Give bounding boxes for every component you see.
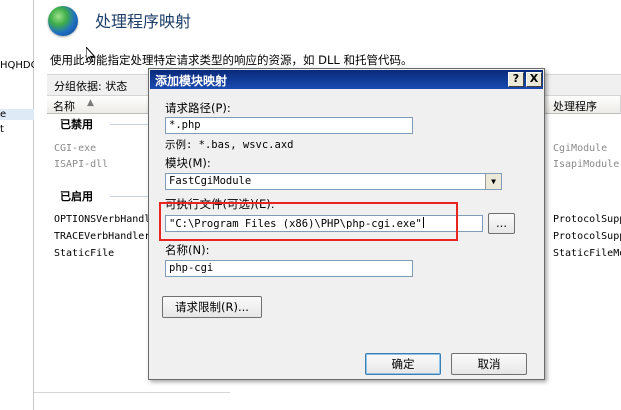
ok-button[interactable]: 确定 xyxy=(365,353,441,375)
request-path-input[interactable]: *.php xyxy=(165,117,413,134)
module-label: 模块(M): xyxy=(165,156,211,170)
column-header-handler[interactable]: 处理程序 xyxy=(545,96,621,114)
panel-divider xyxy=(34,392,230,393)
table-row-handler[interactable]: IsapiModule xyxy=(553,159,621,170)
table-row-handler[interactable]: CgiModule xyxy=(553,143,621,154)
chevron-down-icon[interactable]: ▼ xyxy=(485,174,501,189)
name-label: 名称(N): xyxy=(165,243,210,257)
table-row-name[interactable]: CGI-exe xyxy=(54,143,148,154)
help-button[interactable]: ? xyxy=(508,72,524,87)
group-header-enabled: 已启用 xyxy=(60,190,93,203)
sort-ascending-icon: ▲ xyxy=(87,98,94,108)
table-row-handler[interactable]: ProtocolSupportModule xyxy=(553,231,621,242)
group-by-label[interactable]: 分组依据: 状态 xyxy=(54,78,127,94)
request-path-label: 请求路径(P): xyxy=(165,101,231,115)
page-title: 处理程序映射 xyxy=(95,12,192,31)
page-description: 使用此功能指定处理特定请求类型的响应的资源，如 DLL 和托管代码。 xyxy=(50,53,413,67)
table-row-name[interactable]: ISAPI-dll xyxy=(54,159,148,170)
request-path-example: 示例: *.bas, wsvc.axd xyxy=(165,139,294,151)
cancel-button[interactable]: 取消 xyxy=(451,353,527,375)
dialog-titlebar[interactable]: 添加模块映射 ? X xyxy=(150,70,543,89)
table-row-name[interactable]: TRACEVerbHandler xyxy=(54,231,148,242)
dialog-title: 添加模块映射 xyxy=(155,74,228,88)
mouse-cursor-icon xyxy=(85,45,96,66)
tree-node-server[interactable]: HQHDOU xyxy=(0,60,34,71)
group-divider xyxy=(110,196,150,197)
table-row-handler[interactable]: ProtocolSupportModule xyxy=(553,214,621,225)
column-header-name-label: 名称 xyxy=(53,100,75,113)
close-button[interactable]: X xyxy=(526,72,542,87)
globe-icon xyxy=(48,6,78,36)
table-row-name[interactable]: StaticFile xyxy=(54,248,148,259)
column-header-handler-label: 处理程序 xyxy=(553,100,597,113)
request-restrictions-button[interactable]: 请求限制(R)... xyxy=(162,296,262,318)
annotation-highlight-box xyxy=(159,202,458,241)
tree-panel: HQHDOU e t xyxy=(0,0,34,410)
module-combobox[interactable]: FastCgiModule ▼ xyxy=(165,173,502,190)
name-input[interactable]: php-cgi xyxy=(165,260,413,277)
group-header-disabled: 已禁用 xyxy=(60,118,93,131)
module-combobox-value: FastCgiModule xyxy=(169,175,252,187)
table-row-handler[interactable]: StaticFileModule xyxy=(553,248,621,259)
browse-button[interactable]: ... xyxy=(488,213,515,234)
tree-node-selected[interactable]: e xyxy=(0,109,34,120)
table-row-name[interactable]: OPTIONSVerbHandler xyxy=(54,214,148,225)
group-divider xyxy=(110,124,150,125)
add-module-mapping-dialog: 添加模块映射 ? X 请求路径(P): *.php 示例: *.bas, wsv… xyxy=(148,68,545,380)
column-header-name[interactable]: 名称 ▲ xyxy=(47,96,152,114)
tree-node-item[interactable]: t xyxy=(0,124,34,135)
